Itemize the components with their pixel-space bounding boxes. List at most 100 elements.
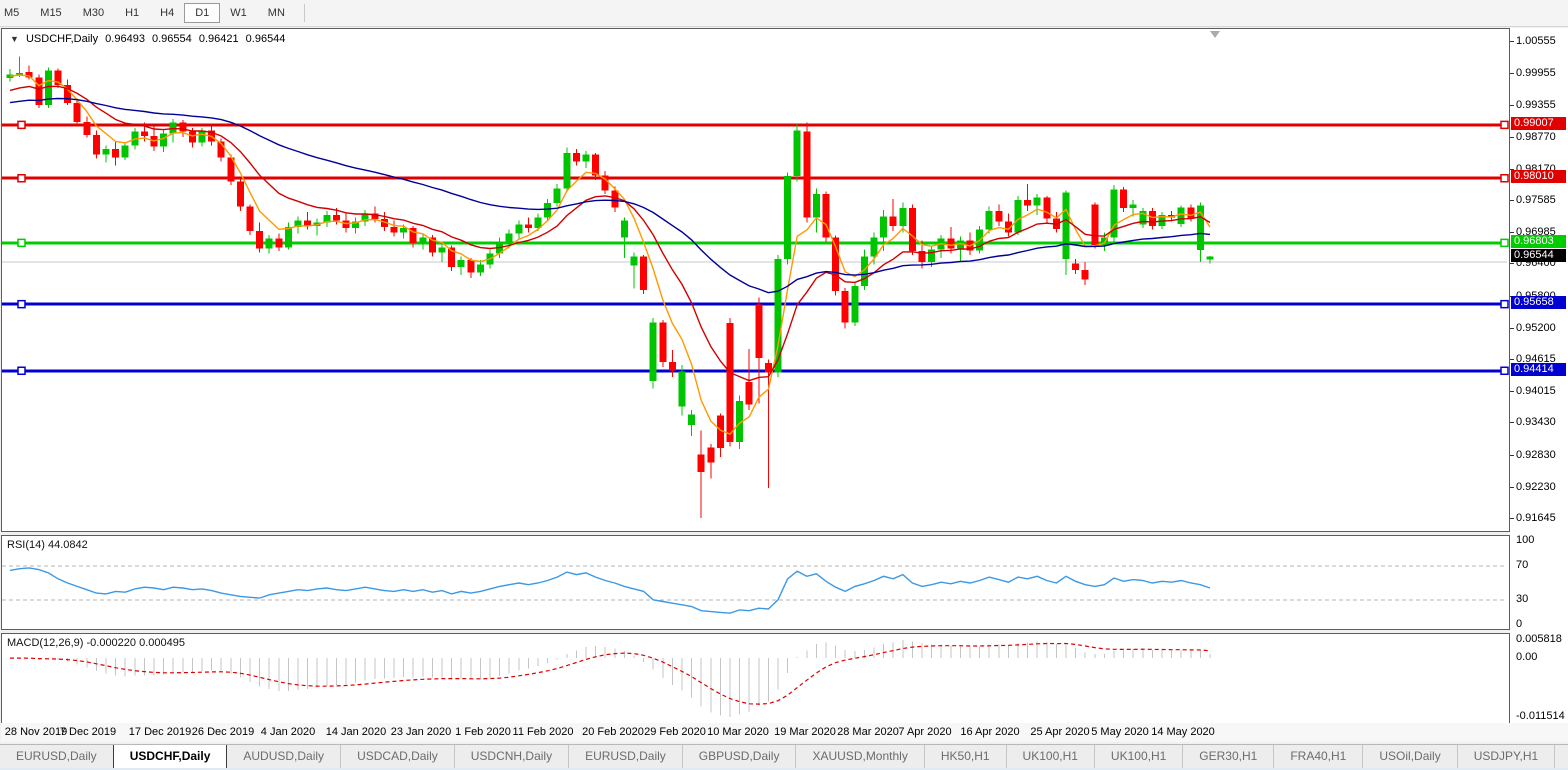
date-label: 25 Apr 2020 bbox=[1030, 726, 1089, 738]
tab-9-uk100-h1[interactable]: UK100,H1 bbox=[1006, 745, 1094, 769]
level-handle-left[interactable] bbox=[18, 367, 25, 374]
date-label: 23 Jan 2020 bbox=[391, 726, 452, 738]
candle-body bbox=[1063, 193, 1070, 259]
tab-13-usoil-daily[interactable]: USOil,Daily bbox=[1362, 745, 1456, 769]
toolbar-separator bbox=[304, 4, 305, 22]
one-click-trading-toggle[interactable]: ▼ bbox=[10, 34, 19, 44]
price-tick-mark bbox=[1510, 328, 1514, 329]
timeframe-button-h1[interactable]: H1 bbox=[114, 3, 150, 23]
timeframe-button-m5[interactable]: M5 bbox=[0, 3, 30, 23]
candle-body bbox=[1034, 198, 1041, 206]
candle-body bbox=[160, 133, 167, 146]
price-tick: 0.92230 bbox=[1516, 481, 1556, 493]
candle-body bbox=[803, 132, 810, 218]
main-chart-panel[interactable] bbox=[1, 28, 1510, 532]
tab-0-eurusd-daily[interactable]: EURUSD,Daily bbox=[0, 745, 113, 769]
candle-body bbox=[746, 382, 753, 404]
candle-body bbox=[122, 146, 129, 158]
rsi-axis-label: 0 bbox=[1516, 618, 1522, 630]
candle-body bbox=[189, 132, 196, 143]
candle-body bbox=[794, 131, 801, 177]
price-tick-mark bbox=[1510, 359, 1514, 360]
candle-body bbox=[880, 216, 887, 237]
chart-tab-bar: EURUSD,DailyUSDCHF,DailyAUDUSD,DailyUSDC… bbox=[0, 744, 1568, 769]
timeframe-button-h4[interactable]: H4 bbox=[149, 3, 185, 23]
level-handle-left[interactable] bbox=[18, 175, 25, 182]
chart-title: ▼ USDCHF,Daily 0.96493 0.96554 0.96421 0… bbox=[10, 33, 289, 45]
level-handle-left[interactable] bbox=[18, 239, 25, 246]
tab-7-xauusd-monthly[interactable]: XAUUSD,Monthly bbox=[795, 745, 923, 769]
price-tick: 0.93430 bbox=[1516, 416, 1556, 428]
candle-body bbox=[659, 322, 666, 362]
candle-body bbox=[621, 221, 628, 238]
level-handle-right[interactable] bbox=[1501, 239, 1508, 246]
candle-body bbox=[554, 188, 561, 202]
price-tick-mark bbox=[1510, 41, 1514, 42]
date-label: 16 Apr 2020 bbox=[960, 726, 1019, 738]
timeframe-button-d1[interactable]: D1 bbox=[184, 3, 220, 23]
timeframe-button-mn[interactable]: MN bbox=[257, 3, 296, 23]
price-tick: 0.99955 bbox=[1516, 67, 1556, 79]
candle-body bbox=[640, 256, 647, 290]
candle-body bbox=[707, 448, 714, 463]
tab-8-hk50-h1[interactable]: HK50,H1 bbox=[924, 745, 1006, 769]
rsi-name: RSI(14) bbox=[7, 539, 45, 551]
macd-current-values: -0.000220 0.000495 bbox=[86, 637, 184, 649]
level-handle-right[interactable] bbox=[1501, 367, 1508, 374]
price-tick-mark bbox=[1510, 105, 1514, 106]
macd-panel[interactable] bbox=[1, 633, 1510, 724]
tab-6-gbpusd-daily[interactable]: GBPUSD,Daily bbox=[682, 745, 796, 769]
timeframe-button-w1[interactable]: W1 bbox=[219, 3, 258, 23]
level-handle-right[interactable] bbox=[1501, 175, 1508, 182]
level-handle-right[interactable] bbox=[1501, 121, 1508, 128]
candle-body bbox=[669, 362, 676, 371]
tab-15-dj30-daily[interactable]: DJ30,Daily bbox=[1554, 745, 1568, 769]
level-handle-right[interactable] bbox=[1501, 301, 1508, 308]
candle-body bbox=[727, 323, 734, 442]
rsi-panel[interactable] bbox=[1, 535, 1510, 630]
tab-12-fra40-h1[interactable]: FRA40,H1 bbox=[1273, 745, 1362, 769]
ohlc-open: 0.96493 bbox=[105, 33, 145, 45]
candle-body bbox=[237, 181, 244, 206]
candle-body bbox=[851, 286, 858, 322]
rsi-axis-label: 70 bbox=[1516, 559, 1528, 571]
tab-10-uk100-h1[interactable]: UK100,H1 bbox=[1094, 745, 1182, 769]
candle-body bbox=[842, 291, 849, 322]
timeframe-button-m15[interactable]: M15 bbox=[29, 3, 72, 23]
macd-name: MACD(12,26,9) bbox=[7, 637, 83, 649]
tab-2-audusd-daily[interactable]: AUDUSD,Daily bbox=[227, 745, 340, 769]
candle-body bbox=[688, 414, 695, 425]
price-tick: 0.91645 bbox=[1516, 512, 1556, 524]
candle-body bbox=[563, 153, 570, 188]
price-tick: 0.92830 bbox=[1516, 449, 1556, 461]
tab-1-usdchf-daily[interactable]: USDCHF,Daily bbox=[113, 745, 228, 769]
tab-3-usdcad-daily[interactable]: USDCAD,Daily bbox=[340, 745, 454, 769]
tab-11-ger30-h1[interactable]: GER30,H1 bbox=[1182, 745, 1273, 769]
date-label: 4 Jan 2020 bbox=[261, 726, 315, 738]
candle-body bbox=[179, 123, 186, 132]
candle-body bbox=[611, 191, 618, 208]
candle-body bbox=[1072, 263, 1079, 269]
tab-14-usdjpy-h1[interactable]: USDJPY,H1 bbox=[1457, 745, 1554, 769]
date-label: 17 Dec 2019 bbox=[129, 726, 191, 738]
price-axis[interactable]: 1.005550.999550.993550.987700.981700.975… bbox=[1510, 28, 1568, 723]
candle-body bbox=[103, 149, 110, 155]
price-tick: 1.00555 bbox=[1516, 35, 1556, 47]
candle-body bbox=[631, 256, 638, 265]
candle-body bbox=[784, 176, 791, 259]
price-tick-mark bbox=[1510, 391, 1514, 392]
candle-body bbox=[247, 207, 254, 232]
candle-body bbox=[439, 247, 446, 252]
timeframe-button-m30[interactable]: M30 bbox=[72, 3, 115, 23]
candle-body bbox=[93, 135, 100, 155]
level-handle-left[interactable] bbox=[18, 121, 25, 128]
candle-body bbox=[1091, 204, 1098, 245]
level-handle-left[interactable] bbox=[18, 301, 25, 308]
candle-body bbox=[1207, 257, 1214, 260]
price-tick-mark bbox=[1510, 137, 1514, 138]
date-axis[interactable]: 28 Nov 20197 Dec 201917 Dec 201926 Dec 2… bbox=[1, 723, 1568, 742]
tab-5-eurusd-daily[interactable]: EURUSD,Daily bbox=[568, 745, 682, 769]
candle-body bbox=[1043, 198, 1050, 219]
tab-4-usdcnh-daily[interactable]: USDCNH,Daily bbox=[454, 745, 568, 769]
date-label: 19 Mar 2020 bbox=[774, 726, 836, 738]
